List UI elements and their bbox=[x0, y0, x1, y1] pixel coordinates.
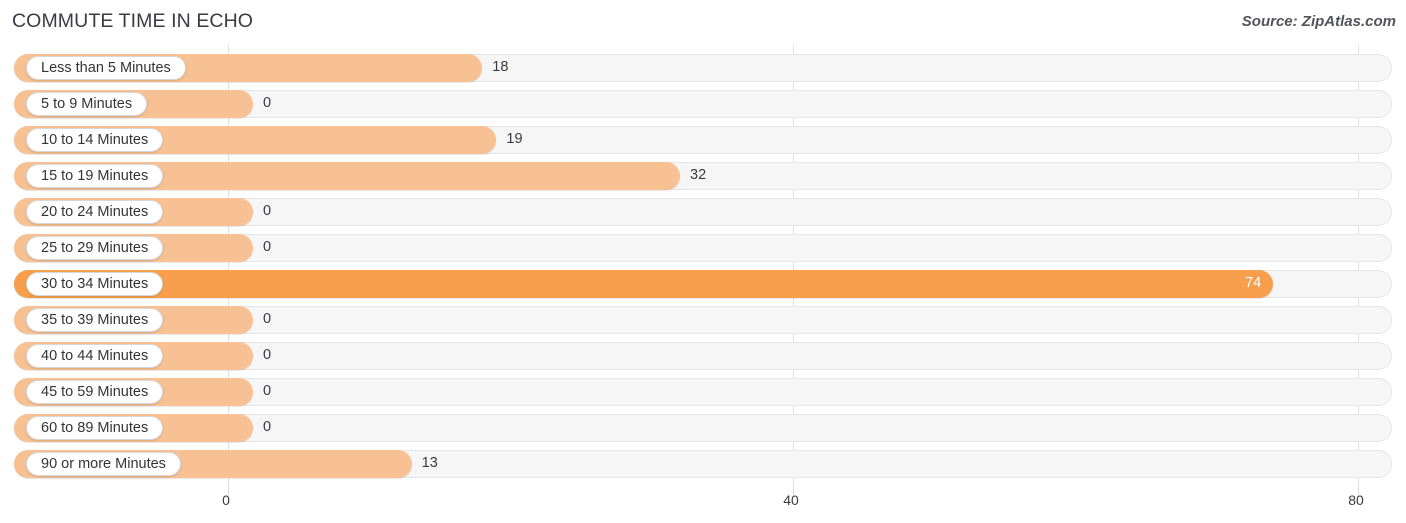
bar-value-label: 0 bbox=[263, 347, 272, 363]
bar-category-label: 10 to 14 Minutes bbox=[26, 128, 164, 152]
bar-value-label: 0 bbox=[263, 239, 272, 255]
bar-row[interactable]: 5 to 9 Minutes 0 bbox=[14, 90, 1392, 118]
x-tick-label: 80 bbox=[1348, 492, 1364, 508]
bar-row[interactable]: 25 to 29 Minutes 0 bbox=[14, 234, 1392, 262]
bar-fill[interactable] bbox=[14, 270, 1274, 298]
bar-row[interactable]: 10 to 14 Minutes 19 bbox=[14, 126, 1392, 154]
x-axis: 0 40 80 bbox=[0, 487, 1406, 523]
bar-row[interactable]: 20 to 24 Minutes 0 bbox=[14, 198, 1392, 226]
bar-category-label: 20 to 24 Minutes bbox=[26, 200, 164, 224]
bar-category-text: 25 to 29 Minutes bbox=[41, 239, 149, 256]
bar-value-label: 0 bbox=[263, 311, 272, 327]
bar-category-text: 45 to 59 Minutes bbox=[41, 383, 149, 400]
bar-category-label: 25 to 29 Minutes bbox=[26, 236, 164, 260]
bar-category-label: 5 to 9 Minutes bbox=[26, 92, 148, 116]
bar-row[interactable]: 45 to 59 Minutes 0 bbox=[14, 378, 1392, 406]
bar-category-text: Less than 5 Minutes bbox=[41, 59, 171, 76]
x-tick-label: 40 bbox=[783, 492, 799, 508]
bar-category-label: Less than 5 Minutes bbox=[26, 56, 186, 80]
bar-category-text: 15 to 19 Minutes bbox=[41, 167, 149, 184]
source-attribution: Source: ZipAtlas.com bbox=[1241, 13, 1396, 30]
bar-category-label: 35 to 39 Minutes bbox=[26, 308, 164, 332]
bar-value-label: 19 bbox=[506, 131, 523, 147]
bar-category-text: 5 to 9 Minutes bbox=[41, 95, 133, 112]
bar-category-label: 45 to 59 Minutes bbox=[26, 380, 164, 404]
bar-category-text: 40 to 44 Minutes bbox=[41, 347, 149, 364]
bar-category-text: 35 to 39 Minutes bbox=[41, 311, 149, 328]
bar-category-label: 15 to 19 Minutes bbox=[26, 164, 164, 188]
bar-value-label: 0 bbox=[263, 383, 272, 399]
bar-row[interactable]: 15 to 19 Minutes 32 bbox=[14, 162, 1392, 190]
bar-value-label: 0 bbox=[263, 203, 272, 219]
bar-row[interactable]: 60 to 89 Minutes 0 bbox=[14, 414, 1392, 442]
plot-area: Less than 5 Minutes 18 5 to 9 Minutes 0 10 t… bbox=[0, 45, 1406, 487]
bar-rows: Less than 5 Minutes 18 5 to 9 Minutes 0 10 t… bbox=[0, 45, 1406, 487]
bar-value-label: 18 bbox=[492, 59, 509, 75]
bar-value-label: 32 bbox=[690, 167, 707, 183]
bar-value-label: 0 bbox=[263, 419, 272, 435]
bar-category-text: 60 to 89 Minutes bbox=[41, 419, 149, 436]
page-title: COMMUTE TIME IN ECHO bbox=[12, 10, 254, 32]
bar-row[interactable]: 40 to 44 Minutes 0 bbox=[14, 342, 1392, 370]
bar-category-text: 30 to 34 Minutes bbox=[41, 275, 149, 292]
bar-row[interactable]: Less than 5 Minutes 18 bbox=[14, 54, 1392, 82]
bar-value-label: 13 bbox=[421, 455, 438, 471]
bar-category-text: 90 or more Minutes bbox=[41, 455, 166, 472]
bar-category-label: 40 to 44 Minutes bbox=[26, 344, 164, 368]
bar-category-label: 60 to 89 Minutes bbox=[26, 416, 164, 440]
chart-header: COMMUTE TIME IN ECHO Source: ZipAtlas.co… bbox=[0, 0, 1406, 45]
x-tick-label: 0 bbox=[222, 492, 230, 508]
bar-row[interactable]: 90 or more Minutes 13 bbox=[14, 450, 1392, 478]
bar-row[interactable]: 35 to 39 Minutes 0 bbox=[14, 306, 1392, 334]
bar-row[interactable]: 30 to 34 Minutes 74 bbox=[14, 270, 1392, 298]
bar-value-label: 74 bbox=[1245, 275, 1262, 291]
bar-category-text: 20 to 24 Minutes bbox=[41, 203, 149, 220]
bar-value-label: 0 bbox=[263, 95, 272, 111]
bar-category-label: 90 or more Minutes bbox=[26, 452, 181, 476]
bar-category-text: 10 to 14 Minutes bbox=[41, 131, 149, 148]
bar-category-label: 30 to 34 Minutes bbox=[26, 272, 164, 296]
